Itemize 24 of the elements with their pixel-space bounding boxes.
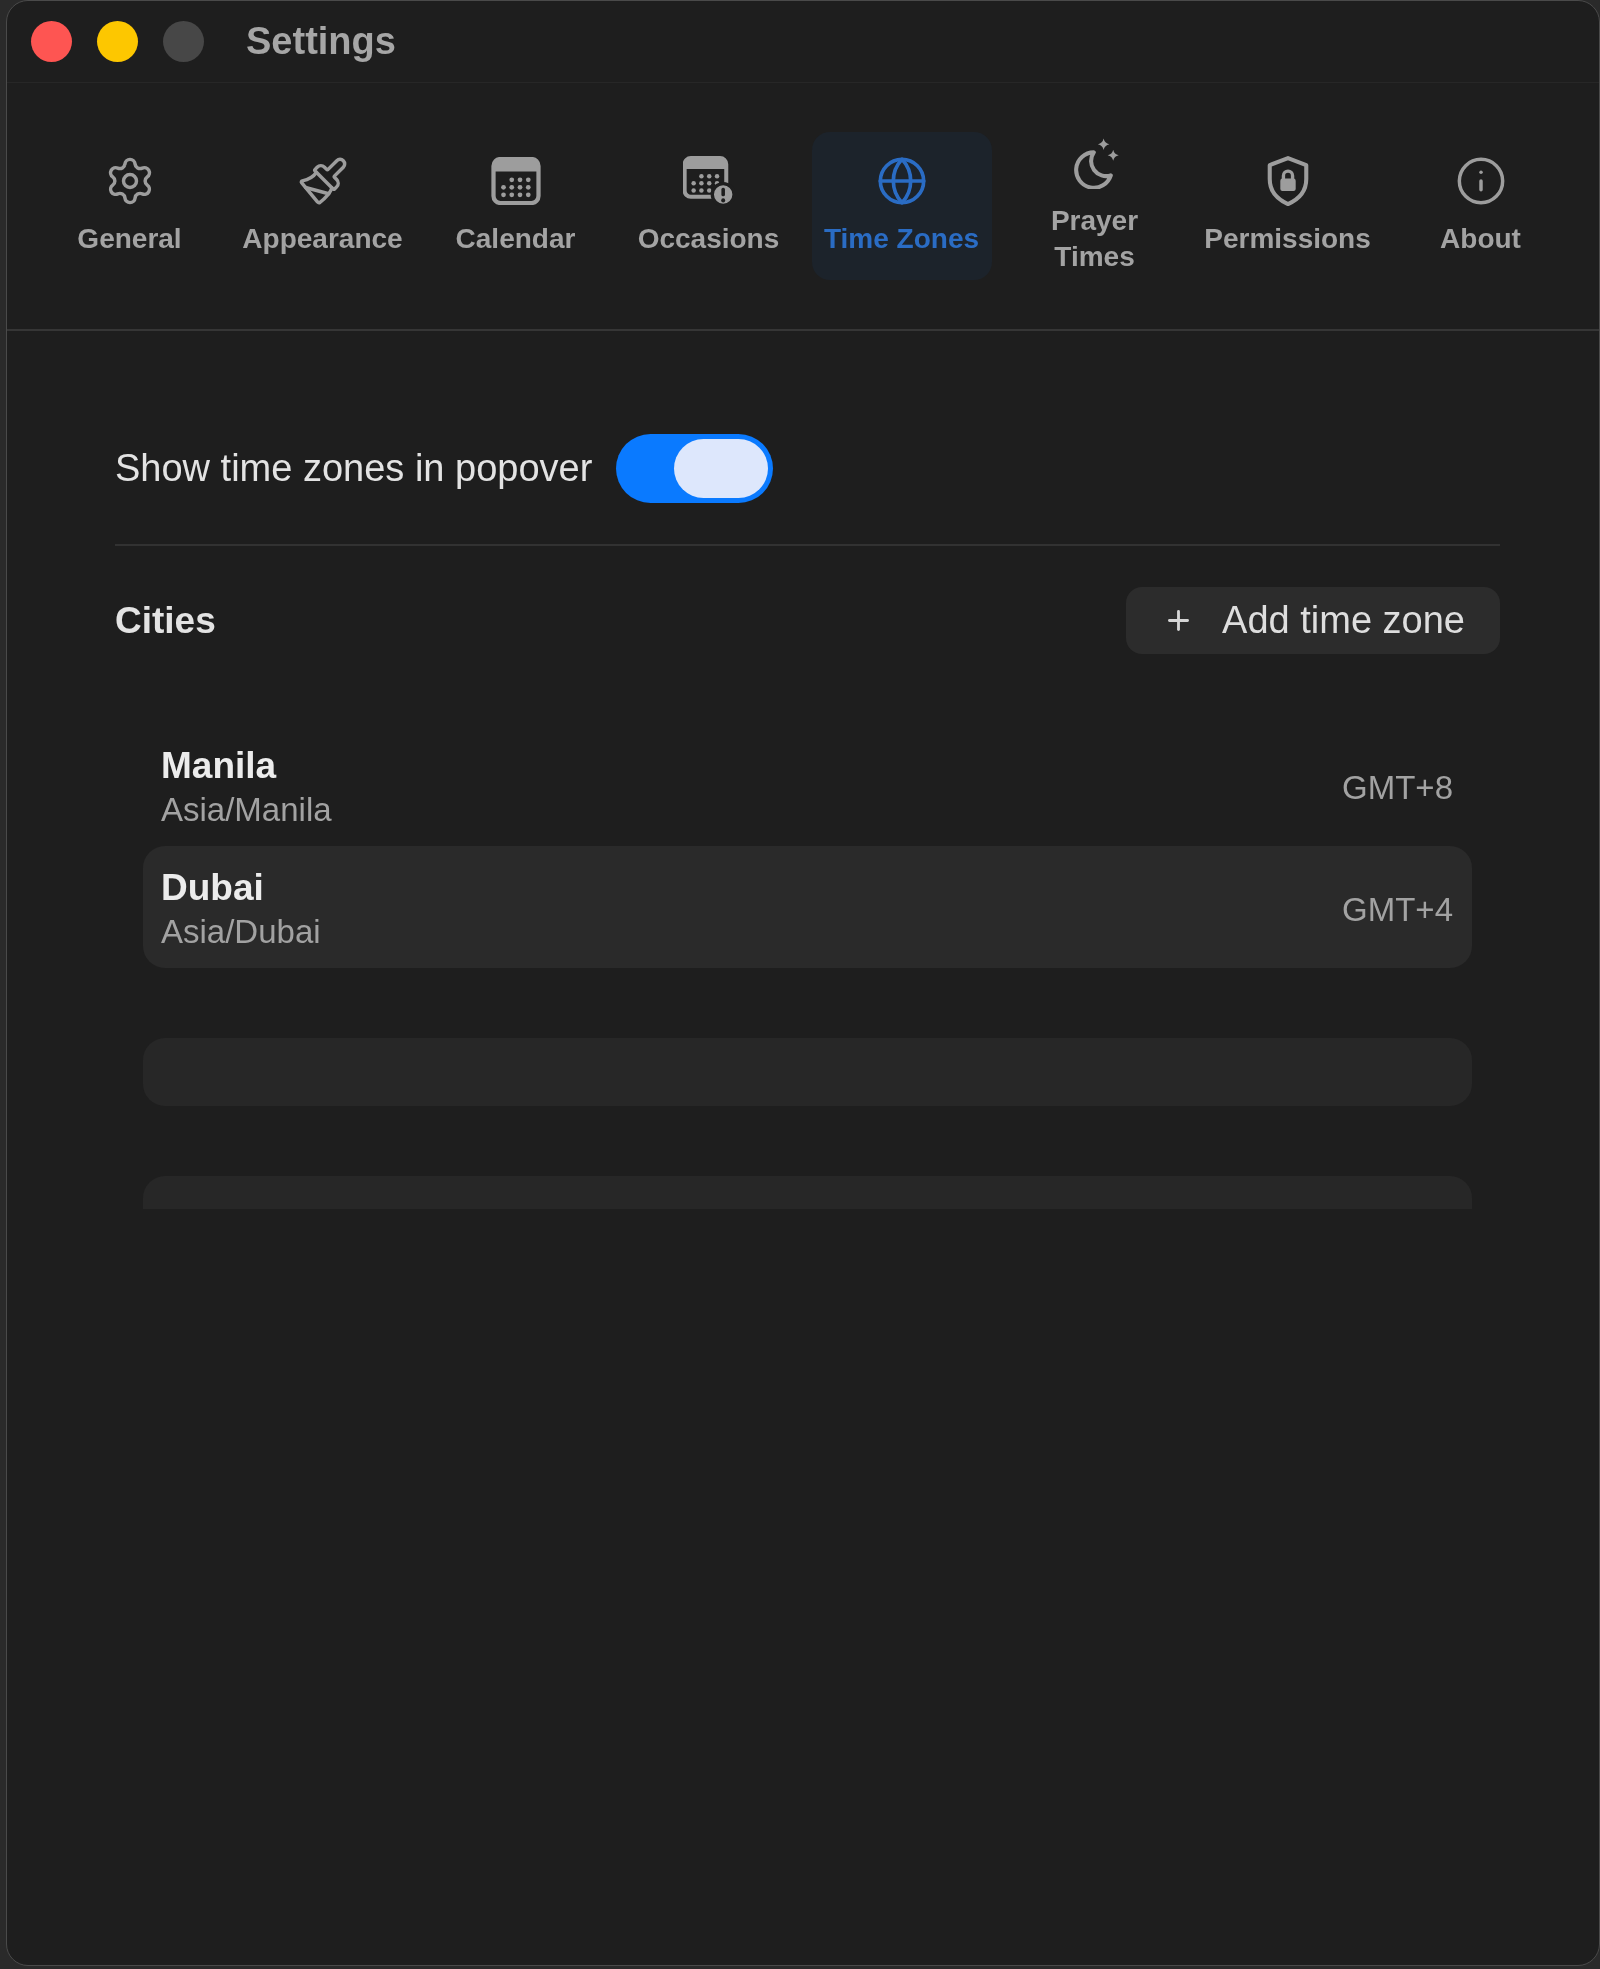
shield-lock-icon: [1266, 156, 1309, 206]
toolbar-tab[interactable]: Calendar: [425, 132, 606, 280]
toggle-label: Show time zones in popover: [115, 446, 593, 491]
city-name: Dubai: [161, 866, 265, 910]
calendar-icon: [490, 157, 541, 205]
calendar-alert-icon: [682, 156, 735, 206]
toolbar-tab[interactable]: Occasions: [618, 132, 799, 280]
city-row[interactable]: Dubai Asia/Dubai GMT+4: [143, 846, 1472, 968]
gmt-offset: GMT+8: [1342, 768, 1453, 808]
time-zone-id: Asia/Dubai: [161, 912, 321, 952]
city-row[interactable]: Manila Asia/Manila GMT+8: [143, 724, 1472, 846]
toolbar-tab[interactable]: Permissions: [1197, 132, 1378, 280]
toolbar-tab[interactable]: Prayer Times: [1004, 132, 1185, 280]
minimize-button[interactable]: [97, 21, 138, 62]
toolbar-tab[interactable]: Appearance: [232, 132, 413, 280]
section-title: Cities: [115, 598, 216, 643]
add-time-zone-button[interactable]: Add time zone: [1126, 587, 1500, 654]
close-button[interactable]: [31, 21, 72, 62]
gmt-offset: GMT+4: [1342, 890, 1453, 930]
toolbar-tab[interactable]: About: [1390, 132, 1571, 280]
toolbar-tab[interactable]: General: [39, 132, 220, 280]
time-zone-id: Asia/Manila: [161, 790, 332, 830]
window-title: Settings: [246, 19, 396, 64]
city-name: Manila: [161, 744, 278, 788]
